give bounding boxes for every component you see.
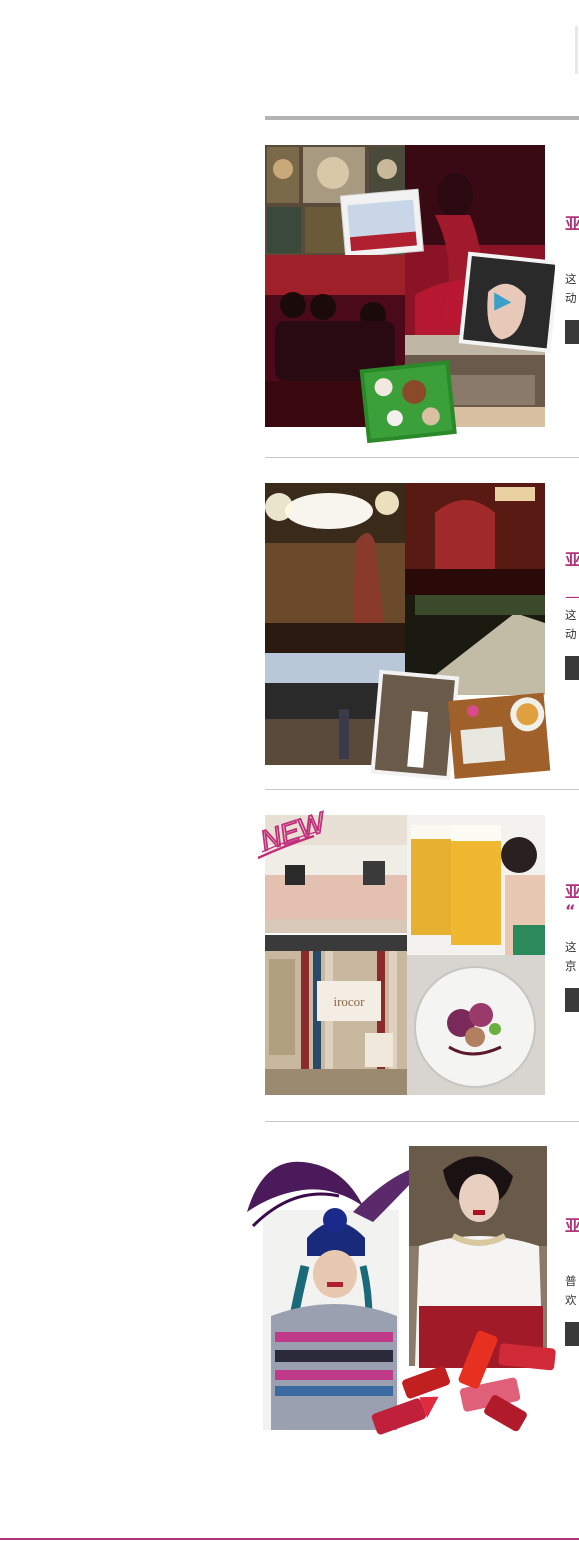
section-2-heading-line2: —: [565, 587, 579, 606]
section-3-text: 亚 “ 这 京: [565, 882, 579, 1012]
section-2-heading: 亚: [565, 550, 579, 569]
section-2-more-button[interactable]: [565, 656, 579, 680]
storefront-sign: irocor: [333, 994, 365, 1009]
section-2-desc-line2: 动: [565, 627, 577, 641]
section-4-desc-line2: 欢: [565, 1293, 577, 1307]
footer-divider: [0, 1538, 579, 1540]
collage-beauty[interactable]: [243, 1146, 561, 1436]
top-edge-mark: [575, 26, 578, 74]
section-1-more-button[interactable]: [565, 320, 579, 344]
top-divider: [265, 116, 579, 120]
section-2-desc-line1: 这: [565, 608, 577, 622]
collage-nightlife-art: [265, 145, 560, 444]
collage-nightlife[interactable]: [265, 145, 560, 445]
section-1-desc-line2: 动: [565, 291, 577, 305]
section-3-more-button[interactable]: [565, 988, 579, 1012]
section-4-desc-line1: 普: [565, 1274, 577, 1288]
collage-beauty-art: [247, 1146, 556, 1435]
collage-music-dining[interactable]: [265, 483, 555, 783]
new-badge: NEW: [256, 805, 328, 860]
section-1-heading-line2: [565, 233, 579, 252]
section-1-heading: 亚: [565, 214, 579, 233]
section-divider-1: [265, 457, 579, 458]
section-3-heading-line2: “: [565, 901, 576, 920]
section-3-desc-line2: 京: [565, 959, 577, 973]
section-4-heading-line2: [565, 1235, 579, 1254]
section-1-text: 亚 这 动: [565, 214, 579, 344]
section-3-desc-line1: 这: [565, 940, 577, 954]
section-4-more-button[interactable]: [565, 1322, 579, 1346]
section-divider-3: [265, 1121, 579, 1122]
section-4-text: 亚 普 欢: [565, 1216, 579, 1346]
section-divider-2: [265, 789, 579, 790]
section-1-desc-line1: 这: [565, 272, 577, 286]
section-2-text: 亚 — 这 动: [565, 550, 579, 680]
section-4-heading: 亚: [565, 1216, 579, 1235]
collage-music-dining-art: [265, 483, 551, 781]
section-3-heading: 亚: [565, 882, 579, 901]
